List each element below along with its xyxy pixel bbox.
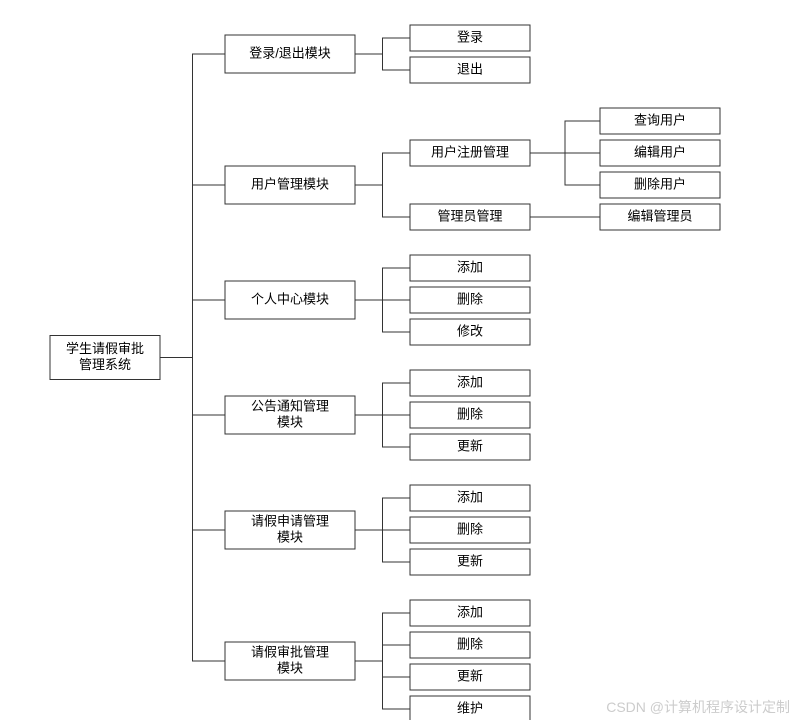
module-3-label: 模块 <box>277 414 303 429</box>
module-3-child-1-label: 删除 <box>457 406 483 421</box>
module-2-label: 个人中心模块 <box>251 291 329 306</box>
module-0-label: 登录/退出模块 <box>249 45 331 60</box>
module-4-label: 请假申请管理 <box>251 513 329 528</box>
connector <box>160 300 225 358</box>
module-2-child-1-label: 删除 <box>457 291 483 306</box>
module-5-label: 请假审批管理 <box>251 644 329 659</box>
module-2-child-2-label: 修改 <box>457 323 483 338</box>
module-5-child-1-label: 删除 <box>457 636 483 651</box>
module-1-child-1-label: 管理员管理 <box>437 208 502 223</box>
connector <box>355 383 410 415</box>
module-1-child-1-gc-0-label: 编辑管理员 <box>627 208 692 223</box>
module-4-child-0-label: 添加 <box>457 489 483 504</box>
module-5-child-3-label: 维护 <box>457 700 483 715</box>
module-5-child-2-label: 更新 <box>457 668 483 683</box>
module-1-child-0-gc-1-label: 编辑用户 <box>634 144 686 159</box>
module-4-label: 模块 <box>277 529 303 544</box>
module-1-child-0-gc-0-label: 查询用户 <box>634 112 686 127</box>
module-0-child-1-label: 退出 <box>457 61 483 76</box>
module-2-child-0-label: 添加 <box>457 259 483 274</box>
connector <box>530 153 600 185</box>
module-0-child-0-label: 登录 <box>457 29 483 44</box>
module-3-child-0-label: 添加 <box>457 374 483 389</box>
module-4-child-1-label: 删除 <box>457 521 483 536</box>
connector <box>355 153 410 185</box>
root-node-label: 管理系统 <box>79 357 131 372</box>
module-1-label: 用户管理模块 <box>251 176 329 191</box>
connector <box>355 54 410 70</box>
module-1-child-0-gc-2-label: 删除用户 <box>634 176 686 191</box>
connector <box>355 530 410 562</box>
connector <box>355 645 410 661</box>
watermark: CSDN @计算机程序设计定制 <box>606 699 790 715</box>
root-node-label: 学生请假审批 <box>66 341 144 356</box>
system-hierarchy-diagram: 学生请假审批管理系统 登录/退出模块 登录退出用户管理模块 用户注册管理 查询用户编辑用… <box>0 0 799 720</box>
module-5-label: 模块 <box>277 660 303 675</box>
connector <box>355 185 410 217</box>
module-3-child-2-label: 更新 <box>457 438 483 453</box>
module-3-label: 公告通知管理 <box>251 398 329 413</box>
connector <box>355 300 410 332</box>
connector <box>355 498 410 530</box>
connector <box>355 415 410 447</box>
connector <box>355 661 410 709</box>
connector <box>355 268 410 300</box>
module-5-child-0-label: 添加 <box>457 604 483 619</box>
module-1-child-0-label: 用户注册管理 <box>431 144 509 159</box>
connector <box>530 121 600 153</box>
connector <box>355 38 410 54</box>
module-4-child-2-label: 更新 <box>457 553 483 568</box>
connector <box>160 358 225 662</box>
